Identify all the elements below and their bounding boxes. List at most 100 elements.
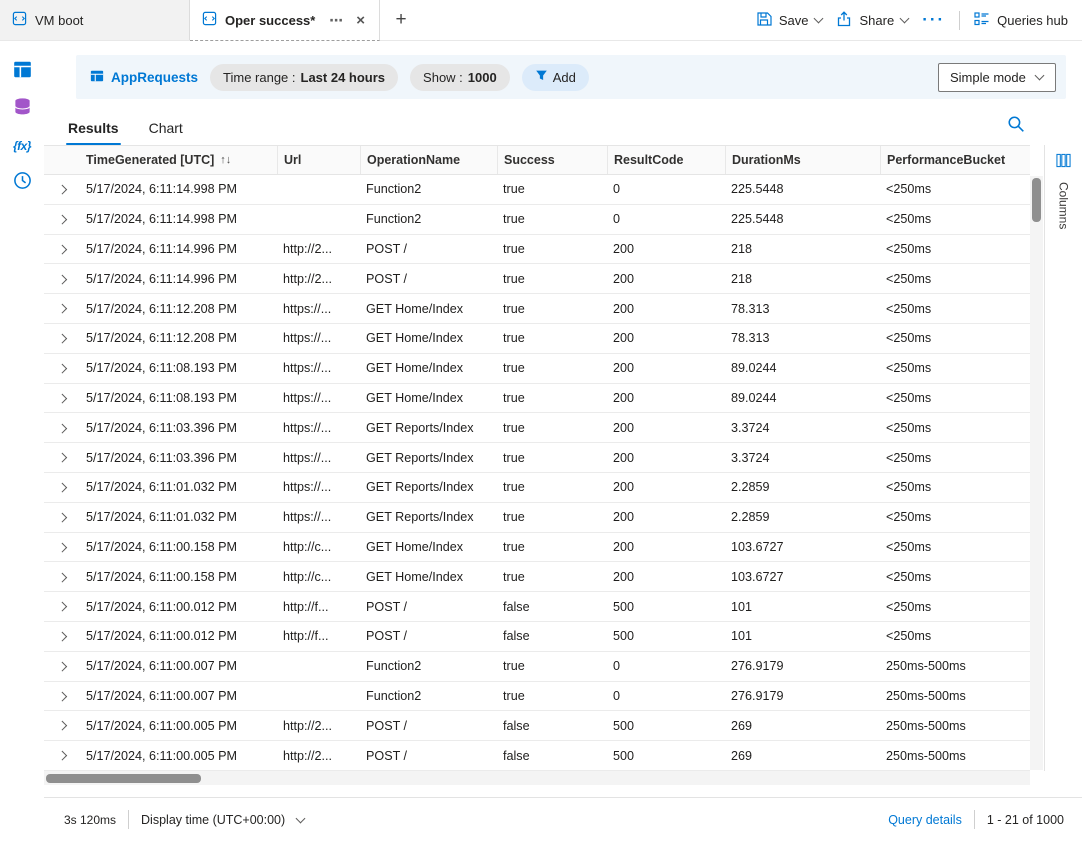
table-row[interactable]: 5/17/2024, 6:11:00.007 PMFunction2true02…	[44, 682, 1030, 712]
column-header-url[interactable]: Url	[277, 146, 360, 174]
row-expander[interactable]	[44, 652, 80, 681]
chevron-down-icon[interactable]	[900, 14, 910, 24]
row-expander[interactable]	[44, 324, 80, 353]
cell-durationms: 103.6727	[725, 533, 880, 562]
column-header-durationms[interactable]: DurationMs	[725, 146, 880, 174]
row-expander[interactable]	[44, 741, 80, 770]
display-time-selector[interactable]: Display time (UTC+00:00)	[141, 813, 285, 827]
table-row[interactable]: 5/17/2024, 6:11:00.158 PMhttp://c...GET …	[44, 562, 1030, 592]
table-row[interactable]: 5/17/2024, 6:11:03.396 PMhttps://...GET …	[44, 443, 1030, 473]
table-row[interactable]: 5/17/2024, 6:11:14.996 PMhttp://2...POST…	[44, 235, 1030, 265]
chevron-down-icon[interactable]	[296, 813, 306, 823]
queries-hub-label: Queries hub	[997, 13, 1068, 28]
time-range-value: Last 24 hours	[301, 70, 386, 85]
row-expander[interactable]	[44, 205, 80, 234]
table-row[interactable]: 5/17/2024, 6:11:00.012 PMhttp://f...POST…	[44, 622, 1030, 652]
row-expander[interactable]	[44, 473, 80, 502]
vertical-scrollbar-thumb[interactable]	[1032, 178, 1041, 222]
queries-hub-button[interactable]: Queries hub	[974, 11, 1068, 30]
table-row[interactable]: 5/17/2024, 6:11:03.396 PMhttps://...GET …	[44, 413, 1030, 443]
row-expander[interactable]	[44, 533, 80, 562]
cell-success: true	[497, 264, 607, 293]
table-row[interactable]: 5/17/2024, 6:11:00.005 PMhttp://2...POST…	[44, 741, 1030, 771]
row-expander[interactable]	[44, 294, 80, 323]
selected-table-button[interactable]: AppRequests	[90, 69, 198, 86]
table-row[interactable]: 5/17/2024, 6:11:12.208 PMhttps://...GET …	[44, 324, 1030, 354]
cell-performancebucket: <250ms	[880, 205, 1030, 234]
table-row[interactable]: 5/17/2024, 6:11:14.998 PMFunction2true02…	[44, 205, 1030, 235]
query-details-link[interactable]: Query details	[888, 813, 962, 827]
column-header-operationname[interactable]: OperationName	[360, 146, 497, 174]
cell-durationms: 101	[725, 622, 880, 651]
chevron-right-icon	[57, 632, 66, 641]
row-expander[interactable]	[44, 354, 80, 383]
tab-close-icon[interactable]: ×	[354, 12, 367, 29]
mode-dropdown[interactable]: Simple mode	[938, 63, 1056, 92]
tab-results[interactable]: Results	[68, 120, 119, 145]
row-expander[interactable]	[44, 443, 80, 472]
chevron-down-icon[interactable]	[814, 14, 824, 24]
search-results-button[interactable]	[1004, 114, 1028, 138]
table-row[interactable]: 5/17/2024, 6:11:14.996 PMhttp://2...POST…	[44, 264, 1030, 294]
table-row[interactable]: 5/17/2024, 6:11:00.158 PMhttp://c...GET …	[44, 533, 1030, 563]
horizontal-scrollbar-thumb[interactable]	[46, 774, 201, 783]
table-row[interactable]: 5/17/2024, 6:11:00.007 PMFunction2true02…	[44, 652, 1030, 682]
add-filter-label: Add	[553, 70, 576, 85]
row-expander[interactable]	[44, 503, 80, 532]
columns-icon	[1056, 153, 1071, 173]
save-button[interactable]: Save	[756, 11, 823, 30]
table-row[interactable]: 5/17/2024, 6:11:00.005 PMhttp://2...POST…	[44, 711, 1030, 741]
query-tab-vm-boot[interactable]: VM boot	[0, 0, 190, 40]
query-tab-oper-success[interactable]: Oper success* ⋯ ×	[190, 0, 380, 41]
row-expander[interactable]	[44, 711, 80, 740]
show-limit-pill[interactable]: Show : 1000	[410, 64, 510, 91]
tables-pane-button[interactable]	[9, 61, 35, 83]
cell-url	[277, 682, 360, 711]
table-row[interactable]: 5/17/2024, 6:11:14.998 PMFunction2true02…	[44, 175, 1030, 205]
cell-resultcode: 0	[607, 682, 725, 711]
time-range-pill[interactable]: Time range : Last 24 hours	[210, 64, 398, 91]
tab-more-icon[interactable]: ⋯	[327, 12, 346, 29]
row-expander[interactable]	[44, 413, 80, 442]
table-row[interactable]: 5/17/2024, 6:11:01.032 PMhttps://...GET …	[44, 503, 1030, 533]
functions-pane-button[interactable]: {fx}	[9, 135, 35, 157]
mode-dropdown-value: Simple mode	[950, 70, 1026, 85]
cell-operationname: POST /	[360, 264, 497, 293]
table-row[interactable]: 5/17/2024, 6:11:01.032 PMhttps://...GET …	[44, 473, 1030, 503]
row-expander[interactable]	[44, 592, 80, 621]
cell-timegenerated: 5/17/2024, 6:11:01.032 PM	[80, 503, 277, 532]
row-expander[interactable]	[44, 682, 80, 711]
selected-table-label: AppRequests	[111, 70, 198, 85]
column-header-success[interactable]: Success	[497, 146, 607, 174]
column-header-resultcode[interactable]: ResultCode	[607, 146, 725, 174]
query-history-button[interactable]	[9, 172, 35, 194]
table-row[interactable]: 5/17/2024, 6:11:12.208 PMhttps://...GET …	[44, 294, 1030, 324]
cell-timegenerated: 5/17/2024, 6:11:14.996 PM	[80, 264, 277, 293]
horizontal-scrollbar[interactable]	[44, 771, 1030, 785]
top-tab-bar: VM boot Oper success* ⋯ × + Save Share ·…	[0, 0, 1082, 41]
more-options-icon[interactable]: ···	[922, 15, 945, 25]
sort-arrows-icon[interactable]: ↑↓	[220, 154, 231, 166]
table-row[interactable]: 5/17/2024, 6:11:00.012 PMhttp://f...POST…	[44, 592, 1030, 622]
cell-durationms: 78.313	[725, 324, 880, 353]
row-expander[interactable]	[44, 384, 80, 413]
share-button[interactable]: Share	[836, 11, 908, 30]
cell-performancebucket: 250ms-500ms	[880, 711, 1030, 740]
columns-side-panel[interactable]: Columns	[1044, 145, 1082, 771]
row-expander[interactable]	[44, 622, 80, 651]
row-expander[interactable]	[44, 235, 80, 264]
queries-pane-button[interactable]	[9, 98, 35, 120]
vertical-scrollbar[interactable]	[1030, 176, 1043, 770]
cell-success: true	[497, 652, 607, 681]
share-icon	[836, 11, 852, 30]
table-row[interactable]: 5/17/2024, 6:11:08.193 PMhttps://...GET …	[44, 384, 1030, 414]
new-tab-button[interactable]: +	[380, 0, 422, 40]
column-header-performancebucket[interactable]: PerformanceBucket	[880, 146, 1030, 174]
add-filter-pill[interactable]: Add	[522, 64, 589, 91]
column-header-timegenerated[interactable]: TimeGenerated [UTC] ↑↓	[80, 146, 277, 174]
table-row[interactable]: 5/17/2024, 6:11:08.193 PMhttps://...GET …	[44, 354, 1030, 384]
row-expander[interactable]	[44, 264, 80, 293]
row-expander[interactable]	[44, 562, 80, 591]
tab-chart[interactable]: Chart	[149, 120, 183, 145]
row-expander[interactable]	[44, 175, 80, 204]
